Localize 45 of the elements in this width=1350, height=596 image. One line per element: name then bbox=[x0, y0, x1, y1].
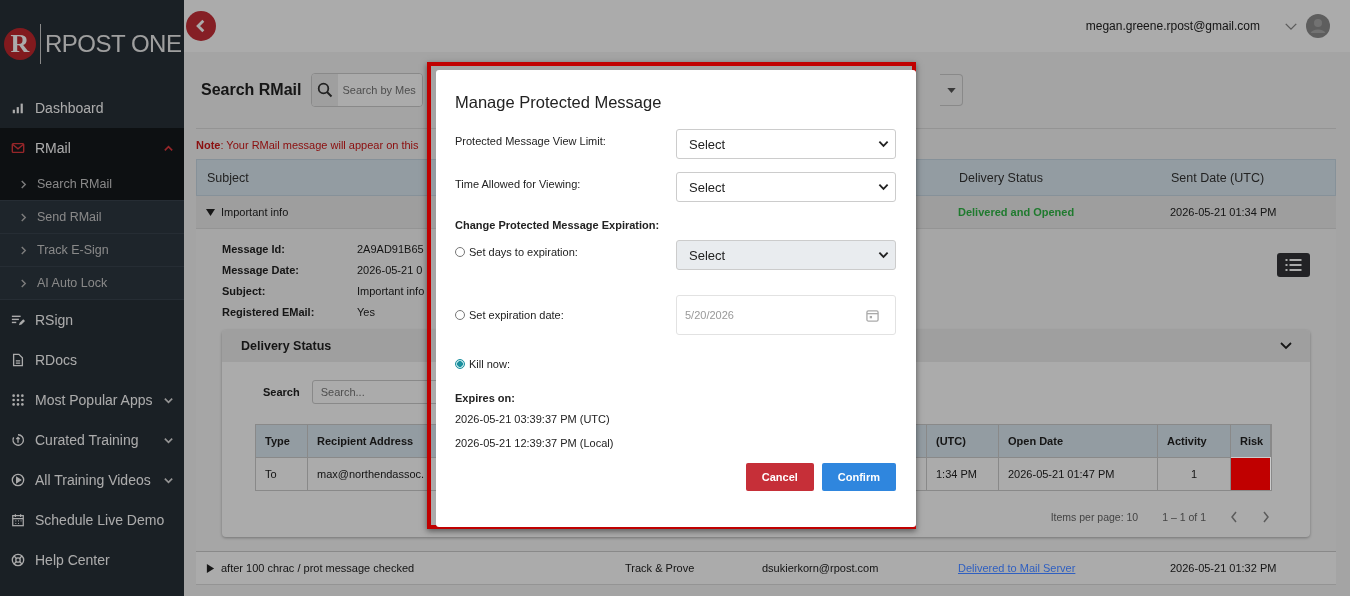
table-cell: Important info bbox=[221, 206, 289, 218]
option-label: Kill now: bbox=[469, 358, 510, 370]
column-header: Type bbox=[256, 425, 308, 457]
column-header: Delivery Status bbox=[959, 170, 1044, 185]
page-title: Search RMail bbox=[201, 81, 302, 99]
status-text: Delivered and Opened bbox=[958, 206, 1075, 218]
column-header: (UTC) bbox=[927, 425, 999, 457]
column-header: Sent Date (UTC) bbox=[1171, 170, 1265, 185]
expiry-time: 2026-05-21 03:39:37 PM (UTC) bbox=[455, 413, 611, 427]
expiry-time: 2026-05-21 12:39:37 PM (Local) bbox=[455, 437, 615, 451]
table-cell: 1:34 PM bbox=[927, 457, 999, 490]
column-header: Risk bbox=[1231, 425, 1271, 457]
column-header: Open Date bbox=[999, 425, 1158, 457]
table-cell: 2026-05-21 01:47 PM bbox=[999, 457, 1158, 490]
table-cell: To bbox=[256, 457, 308, 490]
items-per-page: Items per page: 10 bbox=[1050, 511, 1139, 523]
field-label: Message Id: bbox=[222, 243, 286, 255]
table-cell: 2026-05-21 01:34 PM bbox=[1170, 206, 1277, 218]
section-heading: Expires on: bbox=[455, 391, 516, 406]
field-value: Yes bbox=[357, 306, 376, 318]
column-header: Activity bbox=[1158, 425, 1231, 457]
table-cell: after 100 chrac / prot message checked bbox=[221, 562, 415, 574]
column-header: Subject bbox=[207, 170, 249, 185]
card-title: Delivery Status bbox=[241, 339, 332, 353]
page-range: 1 – 1 of 1 bbox=[1162, 511, 1206, 523]
field-label: Registered EMail: bbox=[222, 306, 316, 318]
section-heading: Change Protected Message Expiration: bbox=[455, 218, 661, 233]
table-cell: Track & Prove bbox=[625, 562, 695, 574]
field-label: Protected Message View Limit: bbox=[455, 134, 607, 147]
field-label: Time Allowed for Viewing: bbox=[455, 177, 582, 190]
note-text: Note: Your RMail message will appear on this bbox=[196, 138, 419, 153]
search-label: Search bbox=[263, 386, 300, 398]
field-label: Message Date: bbox=[222, 264, 301, 276]
table-cell: dsukierkorn@rpost.com bbox=[762, 562, 879, 574]
option-label: Set days to expiration: bbox=[469, 246, 578, 258]
modal-title: Manage Protected Message bbox=[455, 92, 663, 113]
table-cell: 2026-05-21 01:32 PM bbox=[1170, 562, 1277, 574]
user-email: megan.greene.rpost@gmail.com bbox=[1085, 19, 1260, 33]
field-label: Subject: bbox=[222, 285, 267, 297]
field-value: Important info bbox=[357, 285, 425, 297]
option-label: Set expiration date: bbox=[469, 309, 564, 321]
logo-text: RPOST ONE bbox=[40, 24, 182, 64]
logo-badge: R bbox=[4, 28, 36, 60]
field-value: 2A9AD91B65 bbox=[357, 243, 425, 255]
field-value: 2026-05-21 0 bbox=[357, 264, 424, 276]
